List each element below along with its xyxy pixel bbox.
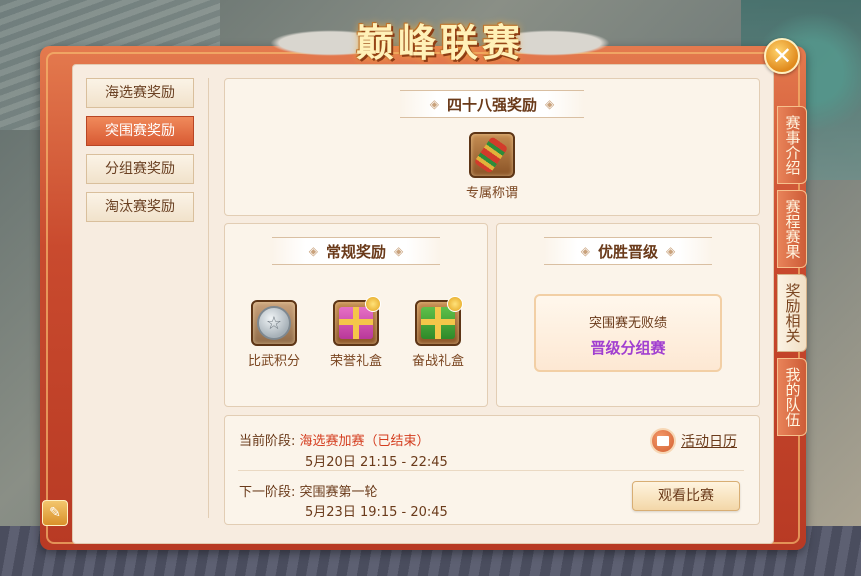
- reward-label: 专属称谓: [465, 186, 518, 201]
- title-plate: 巅峰联赛: [270, 6, 610, 72]
- regular-section-title: ◈ 常规奖励 ◈: [272, 237, 440, 265]
- notes-button[interactable]: ✎: [42, 500, 68, 526]
- promotion-section-title: ◈ 优胜晋级 ◈: [544, 237, 712, 265]
- schedule-divider: [238, 470, 744, 471]
- nav-haixuan-rewards[interactable]: 海选赛奖励: [86, 78, 194, 108]
- calendar-label: 活动日历: [681, 434, 737, 450]
- page-title: 巅峰联赛: [355, 19, 524, 65]
- top48-title: 四十八强奖励: [446, 95, 537, 114]
- nav-tuwei-rewards[interactable]: 突围赛奖励: [86, 116, 194, 146]
- edit-note-icon: ✎: [49, 505, 61, 521]
- scroll-icon: [475, 139, 509, 171]
- nav-divider: [208, 78, 209, 518]
- reward-label: 比武积分: [247, 354, 300, 369]
- next-stage-time: 5月23日 19:15 - 20:45: [305, 505, 448, 520]
- promotion-result: 晋级分组赛: [590, 339, 666, 357]
- regular-title: 常规奖励: [325, 242, 386, 261]
- promotion-title: 优胜晋级: [597, 242, 658, 261]
- current-stage-time: 5月20日 21:15 - 22:45: [305, 455, 448, 470]
- current-stage-value: 海选赛加赛（已结束）: [299, 434, 430, 449]
- tab-schedule-results[interactable]: 赛程赛果: [777, 190, 807, 268]
- right-tab-bar: 赛事介绍 赛程赛果 奖励相关 我的队伍: [777, 106, 807, 442]
- watch-match-button[interactable]: 观看比赛: [632, 481, 740, 511]
- activity-calendar-link[interactable]: 活动日历: [650, 428, 737, 454]
- tab-my-team[interactable]: 我的队伍: [777, 358, 807, 436]
- gift-box-icon: [421, 307, 455, 339]
- coin-icon: ☆: [257, 306, 291, 340]
- reward-label: 荣誉礼盒: [329, 354, 382, 369]
- reward-battle-gift[interactable]: 奋战礼盒: [403, 296, 473, 369]
- gift-box-icon: [339, 307, 373, 339]
- top48-section-title: ◈ 四十八强奖励 ◈: [400, 90, 584, 118]
- reward-honor-gift[interactable]: 荣誉礼盒: [321, 296, 391, 369]
- promotion-condition: 突围赛无败绩: [588, 316, 667, 331]
- current-stage-label: 当前阶段:: [239, 434, 296, 449]
- tab-rewards[interactable]: 奖励相关: [777, 274, 807, 352]
- tab-event-intro[interactable]: 赛事介绍: [777, 106, 807, 184]
- nav-fenzu-rewards[interactable]: 分组赛奖励: [86, 154, 194, 184]
- next-stage-label: 下一阶段:: [239, 485, 296, 500]
- reward-exclusive-title[interactable]: 专属称谓: [457, 132, 527, 201]
- promotion-box: 突围赛无败绩 晋级分组赛: [534, 294, 722, 372]
- next-stage-value: 突围赛第一轮: [299, 485, 378, 500]
- next-stage-row: 下一阶段: 突围赛第一轮: [239, 481, 378, 500]
- close-icon: ✕: [771, 42, 793, 70]
- close-button[interactable]: ✕: [764, 38, 800, 74]
- current-stage-row: 当前阶段: 海选赛加赛（已结束）: [239, 430, 430, 449]
- nav-taotai-rewards[interactable]: 淘汰赛奖励: [86, 192, 194, 222]
- reward-label: 奋战礼盒: [411, 354, 464, 369]
- calendar-icon: [650, 428, 676, 454]
- reward-martial-points[interactable]: ☆ 比武积分: [239, 300, 309, 369]
- reward-stage-nav: 海选赛奖励 突围赛奖励 分组赛奖励 淘汰赛奖励: [86, 78, 196, 230]
